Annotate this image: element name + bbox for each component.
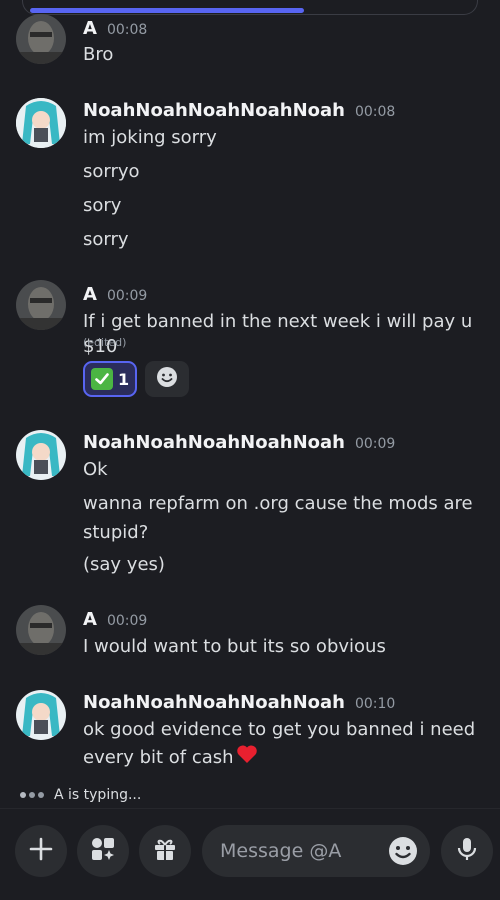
upload-progress [0,0,500,16]
message-text: If i get banned in the next week i will … [83,311,473,357]
timestamp: 00:10 [354,696,396,712]
timestamp: 00:08 [354,104,396,120]
apps-button[interactable] [77,825,129,877]
photo-avatar[interactable] [16,14,66,64]
message-text: every bit of cash [83,747,234,768]
emoji-icon [156,366,178,392]
reaction-count: 1 [118,369,130,389]
plus-icon [28,836,54,866]
message-text: stupid? [83,522,149,543]
miku-avatar[interactable] [16,430,66,480]
check-mark-icon [91,368,113,390]
message-placeholder: Message @A [220,840,342,862]
username[interactable]: A [83,609,97,630]
edited-label: (edited) [83,336,127,349]
username[interactable]: A [83,284,97,305]
message-text: I would want to but its so obvious [83,636,386,657]
timestamp: 00:09 [354,436,396,452]
message-text: wanna repfarm on .org cause the mods are [83,493,473,514]
progress-fill [30,8,304,13]
message-text: im joking sorry [83,127,217,148]
typing-text: A is typing... [54,787,142,803]
red-heart-icon [236,744,258,771]
reaction-check[interactable]: 1 [83,361,137,397]
message-text: ok good evidence to get you banned i nee… [83,719,476,740]
typing-dots-icon [20,792,44,798]
message-line: every bit of cash [83,744,488,771]
message-text: sory [83,195,122,216]
miku-avatar[interactable] [16,690,66,740]
message-text: Ok [83,459,108,480]
message-text: sorryo [83,161,140,182]
message-text: (say yes) [83,554,165,575]
message-composer: Message @A [0,808,500,900]
add-reaction-button[interactable] [145,361,189,397]
message-text: Bro [83,44,114,65]
username[interactable]: NoahNoahNoahNoahNoah [83,432,345,453]
voice-button[interactable] [441,825,493,877]
timestamp: 00:08 [106,22,148,38]
photo-avatar[interactable] [16,280,66,330]
timestamp: 00:09 [106,288,148,304]
gift-icon [152,836,178,866]
miku-avatar[interactable] [16,98,66,148]
username[interactable]: A [83,18,97,39]
plus-button[interactable] [15,825,67,877]
apps-icon [90,836,116,866]
message-input[interactable]: Message @A [202,825,430,877]
microphone-icon [454,836,480,866]
photo-avatar[interactable] [16,605,66,655]
username[interactable]: NoahNoahNoahNoahNoah [83,100,345,121]
message-text: sorry [83,229,129,250]
emoji-icon[interactable] [388,836,418,870]
gift-button[interactable] [139,825,191,877]
typing-indicator: A is typing... [20,787,141,803]
username[interactable]: NoahNoahNoahNoahNoah [83,692,345,713]
timestamp: 00:09 [106,613,148,629]
